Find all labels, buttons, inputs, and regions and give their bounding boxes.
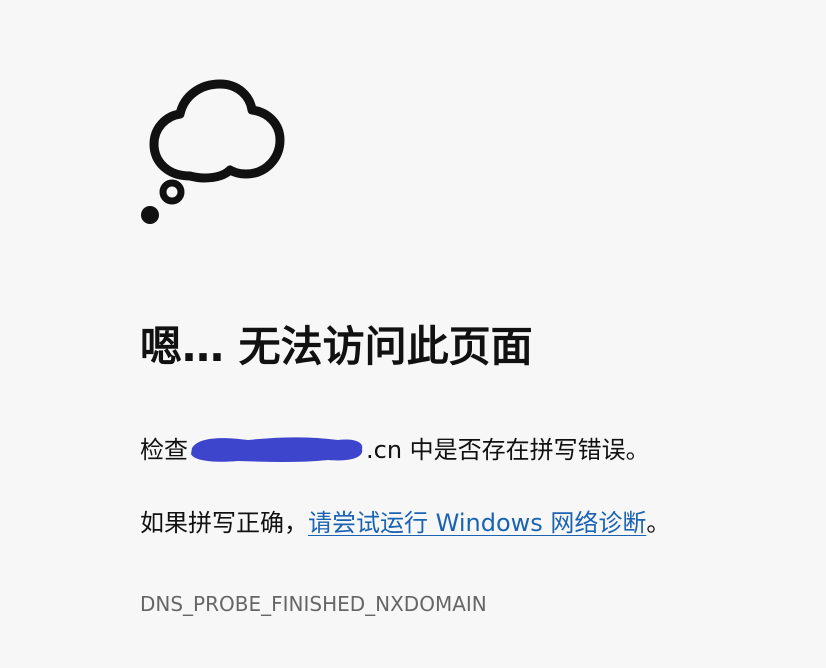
redacted-domain — [188, 434, 366, 464]
spelling-check-message: 检查 .cn 中是否存在拼写错误。 — [140, 434, 650, 466]
diagnostics-suggestion: 如果拼写正确，请尝试运行 Windows 网络诊断。 — [140, 508, 670, 539]
suggest-prefix: 如果拼写正确， — [140, 509, 308, 537]
domain-suffix: .cn — [366, 436, 403, 464]
thought-bubble-icon — [141, 79, 285, 224]
error-page: 嗯… 无法访问此页面 检查 .cn 中是否存在拼写错误。 如果拼写正确，请尝试运行… — [0, 0, 826, 668]
suggest-suffix: 。 — [646, 509, 671, 537]
page-title: 嗯… 无法访问此页面 — [140, 322, 533, 371]
error-code: DNS_PROBE_FINISHED_NXDOMAIN — [140, 592, 487, 616]
check-prefix: 检查 — [140, 436, 188, 464]
check-suffix: 中是否存在拼写错误。 — [402, 436, 650, 464]
network-diagnostics-link[interactable]: 请尝试运行 Windows 网络诊断 — [308, 509, 646, 537]
